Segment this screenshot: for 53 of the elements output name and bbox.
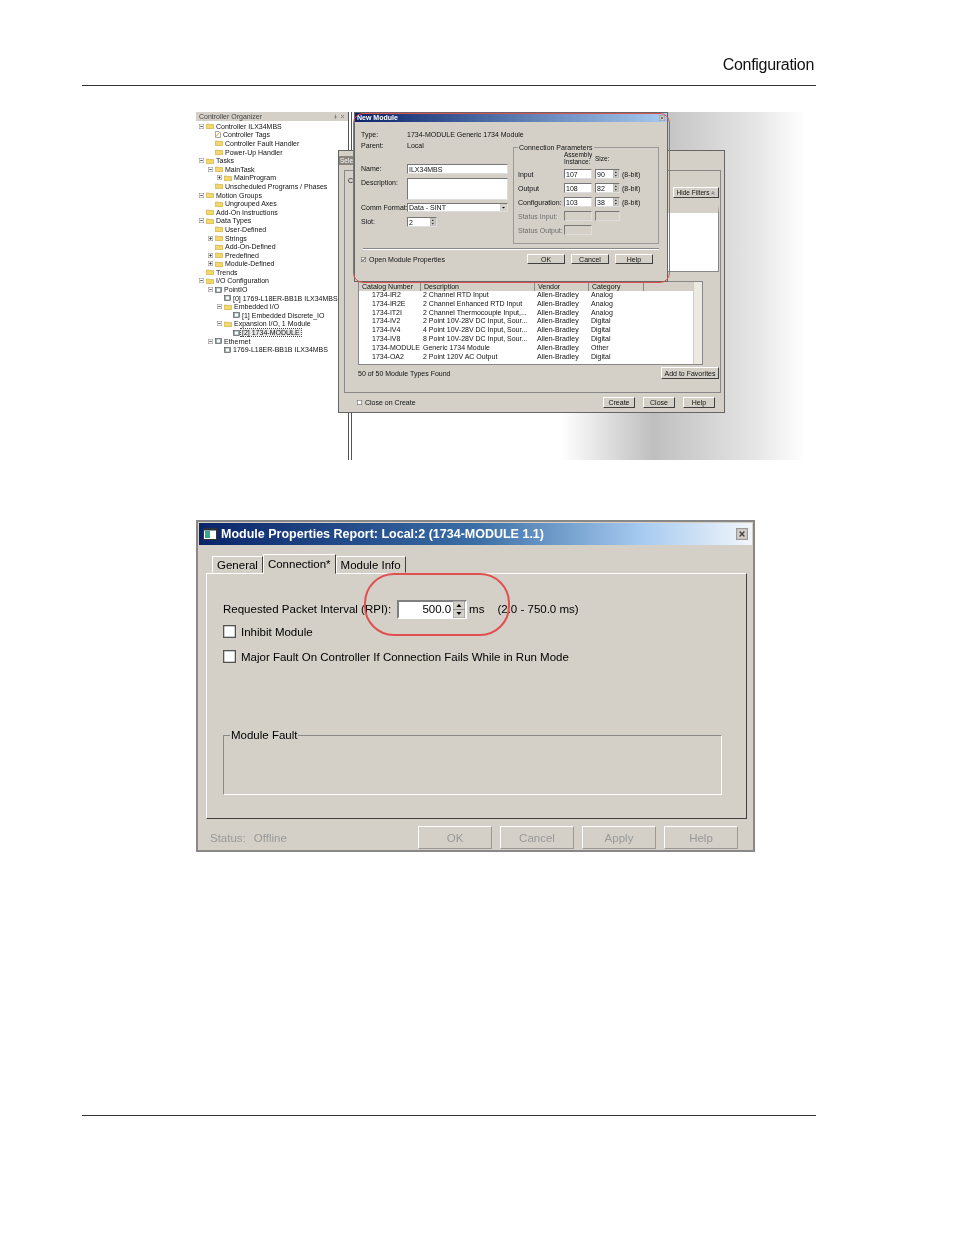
expand-icon[interactable] [208,235,213,241]
collapse-icon[interactable] [208,287,213,293]
checkbox-label: Inhibit Module [241,625,313,638]
checkbox[interactable] [223,625,236,638]
folder-icon [223,320,232,327]
expand-icon[interactable] [217,175,222,181]
dropdown-arrow-icon [500,204,507,211]
collapse-icon[interactable] [208,338,213,344]
close-icon[interactable] [659,114,665,121]
module-icon [232,312,240,319]
status-value: Offline [253,831,287,844]
tab[interactable]: General [212,556,263,573]
folder-icon [205,123,214,130]
spin-arrows-icon[interactable] [453,600,466,618]
collapse-icon[interactable] [217,304,222,310]
collapse-icon[interactable] [199,278,204,284]
instance-field[interactable] [564,225,592,235]
checkbox-label: Major Fault On Controller If Connection Fails While in Run Mode [241,650,569,663]
page-header-title: Configuration [722,56,814,75]
spin-arrows-icon[interactable] [613,170,619,178]
rpi-field[interactable]: 500.0 [397,599,468,619]
collapse-icon[interactable] [199,158,204,164]
collapse-icon[interactable] [217,321,222,327]
size-field[interactable] [595,211,620,221]
spin-arrows-icon[interactable] [613,184,619,192]
status-label: Status: [210,831,246,844]
module-icon [232,329,240,336]
collapse-icon[interactable] [199,218,204,224]
close-icon[interactable] [340,114,345,119]
unit-label: ms [469,603,485,615]
window-title: Module Properties Report: Local:2 (1734-MODULE 1.1) [221,527,545,541]
checkbox[interactable] [223,650,236,663]
collapse-icon[interactable] [199,123,204,129]
scrollbar[interactable] [693,282,702,364]
expand-icon[interactable] [208,252,213,258]
spin-arrows-icon[interactable] [613,198,619,206]
tab[interactable]: Module Info [335,556,406,573]
checkbox[interactable] [357,400,362,405]
tab[interactable]: Connection* [262,554,336,574]
group-title: Module Fault [230,729,299,741]
checkbox[interactable] [361,256,366,262]
instance-field[interactable] [564,211,592,221]
collapse-icon[interactable] [208,166,213,172]
spin-arrows-icon[interactable] [430,218,436,226]
window-icon [203,528,217,540]
chevron-up-icon [711,190,716,195]
folder-icon [223,303,232,310]
document-icon [214,131,221,139]
collapse-icon[interactable] [199,192,204,198]
close-icon[interactable] [736,528,748,540]
pin-icon[interactable] [333,114,338,119]
description-field[interactable] [407,178,508,200]
expand-icon[interactable] [208,261,213,267]
